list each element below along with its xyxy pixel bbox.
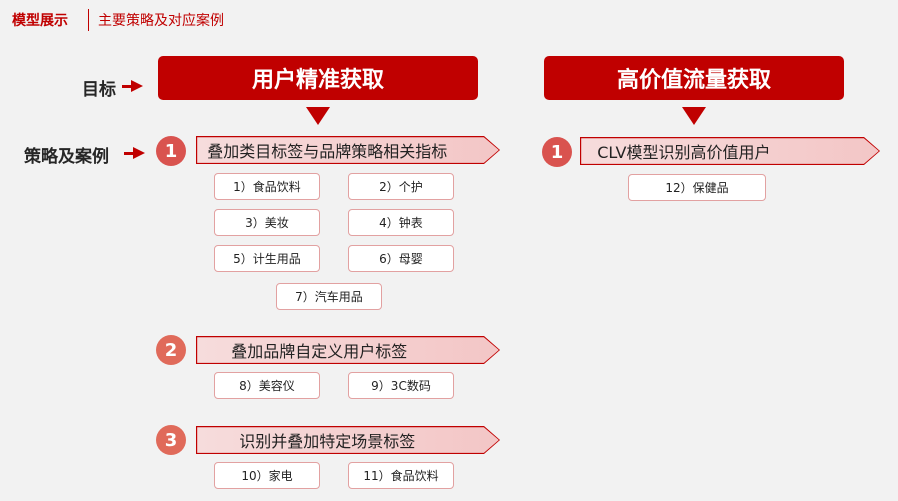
case-box: 4）钟表 <box>348 209 454 236</box>
strategy-label: 策略及案例 <box>24 147 109 167</box>
case-box: 11）食品饮料 <box>348 462 454 489</box>
target-label: 目标 <box>82 80 116 100</box>
case-box: 5）计生用品 <box>214 245 320 272</box>
strategy-arrow-icon <box>133 147 145 159</box>
strategy-bar: 叠加类目标签与品牌策略相关指标 <box>196 136 500 164</box>
strategy-bar: CLV模型识别高价值用户 <box>580 137 880 165</box>
case-box: 3）美妆 <box>214 209 320 236</box>
strategy-label: 叠加类目标签与品牌策略相关指标 <box>197 137 499 163</box>
strategy-label: 识别并叠加特定场景标签 <box>197 427 499 453</box>
case-box: 10）家电 <box>214 462 320 489</box>
case-box: 8）美容仪 <box>214 372 320 399</box>
strategy-label: 叠加品牌自定义用户标签 <box>197 337 499 363</box>
step-number-circle: 2 <box>156 335 186 365</box>
step-number-circle: 3 <box>156 425 186 455</box>
case-box: 2）个护 <box>348 173 454 200</box>
strategy-bar: 叠加品牌自定义用户标签 <box>196 336 500 364</box>
down-arrow-icon <box>306 107 330 125</box>
case-box: 6）母婴 <box>348 245 454 272</box>
case-box: 9）3C数码 <box>348 372 454 399</box>
strategy-bar: 识别并叠加特定场景标签 <box>196 426 500 454</box>
banner-high-value-traffic: 高价值流量获取 <box>544 56 844 100</box>
target-arrow-icon <box>131 80 143 92</box>
header-title: 模型展示 <box>12 13 68 29</box>
banner-user-acquisition: 用户精准获取 <box>158 56 478 100</box>
header-subtitle: 主要策略及对应案例 <box>98 13 224 29</box>
step-number-circle: 1 <box>542 137 572 167</box>
header-divider <box>88 9 89 31</box>
case-box: 1）食品饮料 <box>214 173 320 200</box>
down-arrow-icon <box>682 107 706 125</box>
strategy-label: CLV模型识别高价值用户 <box>581 138 879 164</box>
case-box: 12）保健品 <box>628 174 766 201</box>
step-number-circle: 1 <box>156 136 186 166</box>
case-box: 7）汽车用品 <box>276 283 382 310</box>
